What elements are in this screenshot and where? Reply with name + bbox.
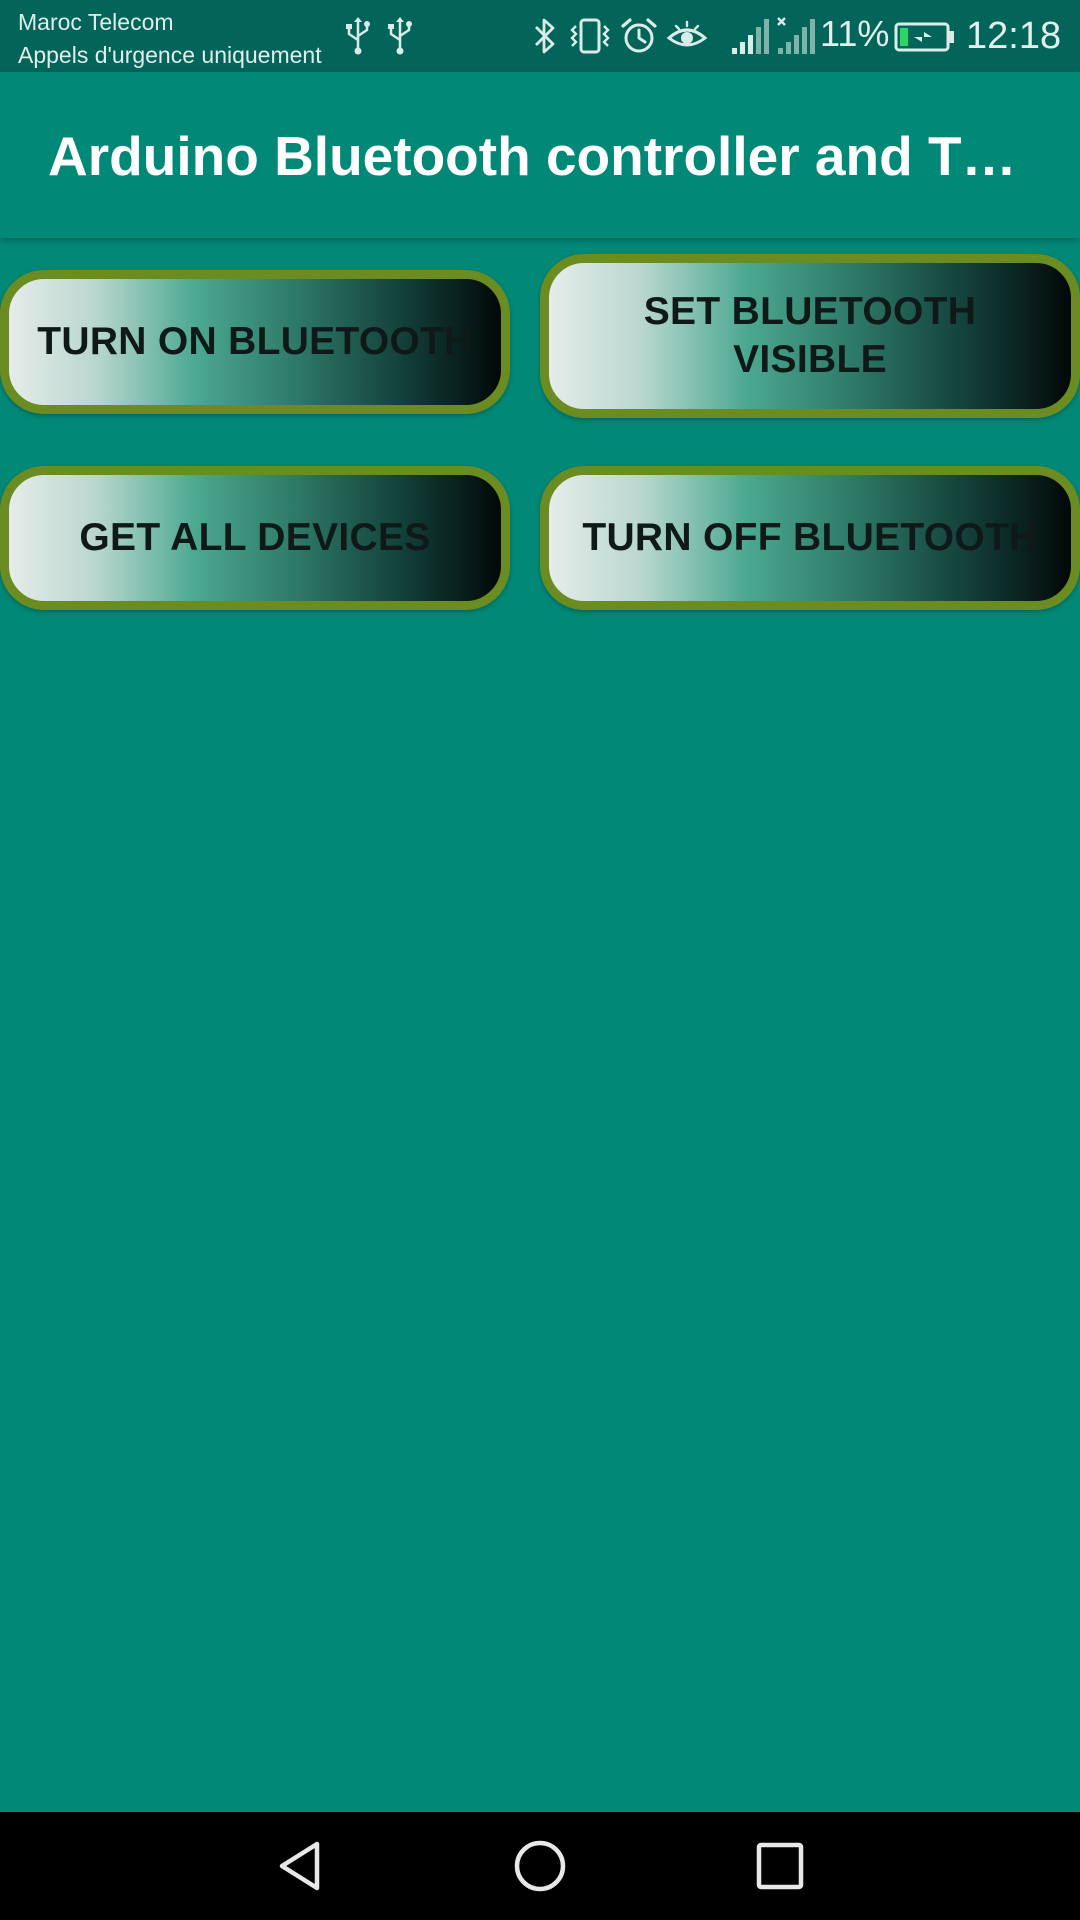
usb-icon xyxy=(388,17,412,55)
bluetooth-icon xyxy=(535,18,555,54)
carrier-name: Maroc Telecom xyxy=(18,9,174,35)
status-clock: 12:18 xyxy=(966,15,1062,57)
signal-icon xyxy=(732,19,769,54)
app-screen: Maroc Telecom Appels d'urgence uniquemen… xyxy=(0,0,1080,1920)
battery-charging-icon xyxy=(894,22,954,52)
battery-percent: 11% xyxy=(820,13,890,54)
back-icon[interactable] xyxy=(270,1836,330,1896)
turn-on-bluetooth-button[interactable]: TURN ON BLUETOOTH xyxy=(0,270,510,414)
app-bar: Arduino Bluetooth controller and T… xyxy=(0,72,1080,238)
alarm-icon xyxy=(621,18,657,53)
vibrate-icon xyxy=(570,18,610,54)
turn-on-bluetooth-label: TURN ON BLUETOOTH xyxy=(37,320,473,363)
eye-comfort-icon xyxy=(666,20,708,47)
navigation-bar xyxy=(0,1812,1080,1920)
get-all-devices-button[interactable]: GET ALL DEVICES xyxy=(0,466,510,610)
recents-icon[interactable] xyxy=(750,1836,810,1896)
app-title: Arduino Bluetooth controller and T… xyxy=(48,125,1017,187)
carrier-status: Appels d'urgence uniquement xyxy=(18,42,322,68)
no-signal-icon xyxy=(777,17,815,54)
carrier-info: Maroc Telecom Appels d'urgence uniquemen… xyxy=(18,6,322,72)
set-bluetooth-visible-label: SET BLUETOOTH VISIBLE xyxy=(643,290,977,381)
usb-icon xyxy=(346,17,370,55)
turn-off-bluetooth-button[interactable]: TURN OFF BLUETOOTH xyxy=(540,466,1080,610)
status-bar: Maroc Telecom Appels d'urgence uniquemen… xyxy=(0,0,1080,72)
home-icon[interactable] xyxy=(510,1836,570,1896)
turn-off-bluetooth-label: TURN OFF BLUETOOTH xyxy=(582,516,1038,559)
get-all-devices-label: GET ALL DEVICES xyxy=(79,516,431,559)
set-bluetooth-visible-button[interactable]: SET BLUETOOTH VISIBLE xyxy=(540,254,1080,418)
